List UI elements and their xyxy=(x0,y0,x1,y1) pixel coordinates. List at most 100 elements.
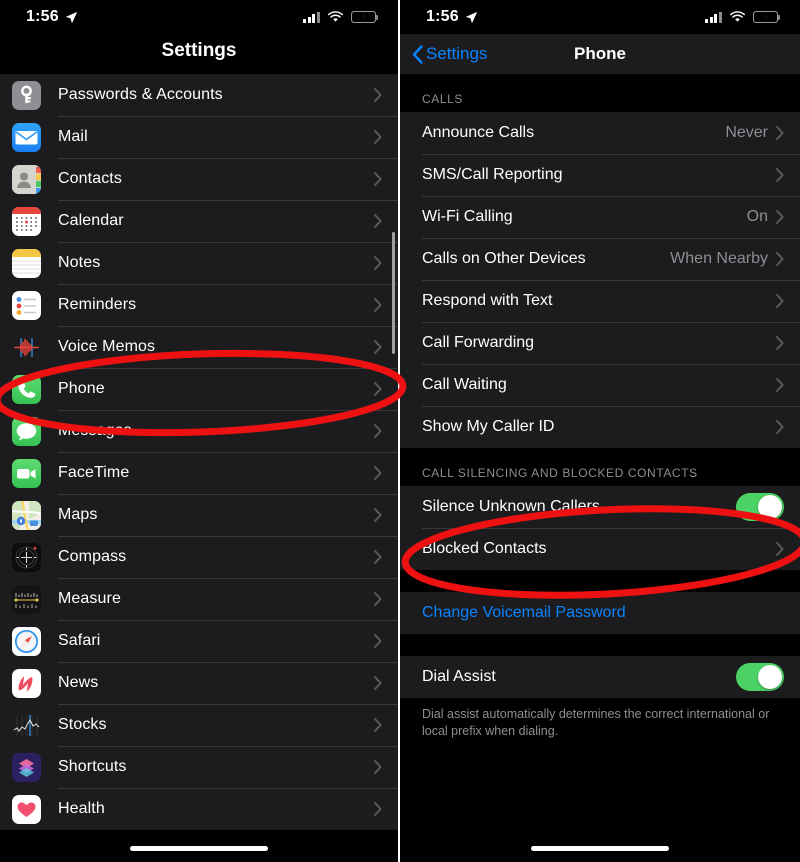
safari-icon xyxy=(12,626,41,656)
mail-icon xyxy=(12,122,41,152)
chevron-right-icon xyxy=(374,340,382,354)
row-label: SMS/Call Reporting xyxy=(422,166,563,183)
row-label: Respond with Text xyxy=(422,292,553,309)
toggle-switch[interactable] xyxy=(736,493,784,521)
settings-row-reminders[interactable]: Reminders xyxy=(0,284,398,326)
cellular-bars-icon xyxy=(705,11,722,23)
settings-row-health[interactable]: Health xyxy=(0,788,398,830)
row-label: Silence Unknown Callers xyxy=(422,498,600,515)
settings-row-label: Stocks xyxy=(58,716,107,733)
phone-setting-row-blocked-contacts[interactable]: Blocked Contacts xyxy=(400,528,800,570)
chevron-right-icon xyxy=(374,298,382,312)
phone-settings-content: CALLS Announce Calls Never SMS/Call Reporti… xyxy=(400,74,800,740)
section-gap xyxy=(400,634,800,656)
measure-icon xyxy=(12,584,41,614)
phone-setting-row-wi-fi-calling[interactable]: Wi-Fi Calling On xyxy=(400,196,800,238)
toggle-knob xyxy=(758,665,782,689)
chevron-right-icon xyxy=(776,126,784,140)
chevron-right-icon xyxy=(374,424,382,438)
status-bar-time-group: 1:56 xyxy=(26,8,78,26)
settings-row-maps[interactable]: Maps xyxy=(0,494,398,536)
phone-setting-row-respond-with-text[interactable]: Respond with Text xyxy=(400,280,800,322)
phone-setting-row-sms-call-reporting[interactable]: SMS/Call Reporting xyxy=(400,154,800,196)
chevron-right-icon xyxy=(374,214,382,228)
chevron-right-icon xyxy=(374,676,382,690)
settings-row-messages[interactable]: Messages xyxy=(0,410,398,452)
phone-setting-row-silence-unknown-callers[interactable]: Silence Unknown Callers xyxy=(400,486,800,528)
settings-row-label: Calendar xyxy=(58,212,124,229)
chevron-right-icon xyxy=(776,542,784,556)
chevron-right-icon xyxy=(374,88,382,102)
status-bar-left: 1:56 xyxy=(0,0,398,34)
row-label: Show My Caller ID xyxy=(422,418,555,435)
section-gap xyxy=(400,570,800,592)
chevron-right-icon xyxy=(374,340,382,354)
chevron-right-icon xyxy=(776,168,784,182)
status-bar-time-right: 1:56 xyxy=(426,8,459,25)
section-gap xyxy=(400,448,800,466)
row-label: Call Waiting xyxy=(422,376,507,393)
phone-setting-row-announce-calls[interactable]: Announce Calls Never xyxy=(400,112,800,154)
settings-row-label: Mail xyxy=(58,128,88,145)
chevron-right-icon xyxy=(776,210,784,224)
settings-row-mail[interactable]: Mail xyxy=(0,116,398,158)
chevron-right-icon xyxy=(374,718,382,732)
settings-row-notes[interactable]: Notes xyxy=(0,242,398,284)
status-bar-time-group-right: 1:56 xyxy=(426,8,478,26)
settings-row-passwords-accounts[interactable]: Passwords & Accounts xyxy=(0,74,398,116)
cellular-bars-icon xyxy=(303,11,320,23)
settings-group: Announce Calls Never SMS/Call Reporting Wi-… xyxy=(400,112,800,448)
phone-setting-row-dial-assist[interactable]: Dial Assist xyxy=(400,656,800,698)
contacts-icon xyxy=(12,164,41,194)
settings-row-shortcuts[interactable]: Shortcuts xyxy=(0,746,398,788)
phone-setting-row-call-forwarding[interactable]: Call Forwarding xyxy=(400,322,800,364)
reminders-icon xyxy=(12,290,41,320)
settings-row-phone[interactable]: Phone xyxy=(0,368,398,410)
chevron-right-icon xyxy=(374,592,382,606)
settings-row-facetime[interactable]: FaceTime xyxy=(0,452,398,494)
chevron-right-icon xyxy=(374,550,382,564)
chevron-right-icon xyxy=(374,508,382,522)
settings-row-stocks[interactable]: Stocks xyxy=(0,704,398,746)
navigation-bar: Settings Phone xyxy=(400,34,800,74)
settings-row-compass[interactable]: Compass xyxy=(0,536,398,578)
scroll-indicator[interactable] xyxy=(392,232,395,354)
phone-setting-row-calls-on-other-devices[interactable]: Calls on Other Devices When Nearby xyxy=(400,238,800,280)
settings-row-contacts[interactable]: Contacts xyxy=(0,158,398,200)
settings-row-label: Compass xyxy=(58,548,127,565)
chevron-right-icon xyxy=(374,718,382,732)
settings-page-title: Settings xyxy=(161,40,237,61)
row-value: Never xyxy=(725,124,768,141)
phone-setting-row-show-my-caller-id[interactable]: Show My Caller ID xyxy=(400,406,800,448)
settings-group: Silence Unknown Callers Blocked Contacts xyxy=(400,486,800,570)
section-header: CALLS xyxy=(400,92,800,112)
toggle-switch[interactable] xyxy=(736,663,784,691)
chevron-right-icon xyxy=(776,542,784,556)
lightning-bolt-icon xyxy=(360,12,367,22)
settings-row-voice-memos[interactable]: Voice Memos xyxy=(0,326,398,368)
settings-row-label: Phone xyxy=(58,380,105,397)
voice-memos-icon xyxy=(12,332,41,362)
chevron-right-icon xyxy=(374,592,382,606)
settings-row-label: Safari xyxy=(58,632,101,649)
toggle-knob xyxy=(758,495,782,519)
chevron-right-icon xyxy=(374,676,382,690)
battery-charging-icon xyxy=(351,11,379,23)
section-header: CALL SILENCING AND BLOCKED CONTACTS xyxy=(400,466,800,486)
settings-row-label: Reminders xyxy=(58,296,137,313)
settings-row-news[interactable]: News xyxy=(0,662,398,704)
settings-row-measure[interactable]: Measure xyxy=(0,578,398,620)
settings-row-calendar[interactable]: Calendar xyxy=(0,200,398,242)
chevron-right-icon xyxy=(374,172,382,186)
settings-row-safari[interactable]: Safari xyxy=(0,620,398,662)
lightning-bolt-icon xyxy=(762,12,769,22)
wifi-icon xyxy=(327,11,344,22)
phone-setting-row-call-waiting[interactable]: Call Waiting xyxy=(400,364,800,406)
chevron-right-icon xyxy=(374,466,382,480)
row-label: Wi-Fi Calling xyxy=(422,208,513,225)
phone-setting-row-change-voicemail-password[interactable]: Change Voicemail Password xyxy=(400,592,800,634)
back-button[interactable]: Settings xyxy=(412,44,487,64)
chevron-right-icon xyxy=(776,336,784,350)
chevron-right-icon xyxy=(374,802,382,816)
row-label: Dial Assist xyxy=(422,668,496,685)
